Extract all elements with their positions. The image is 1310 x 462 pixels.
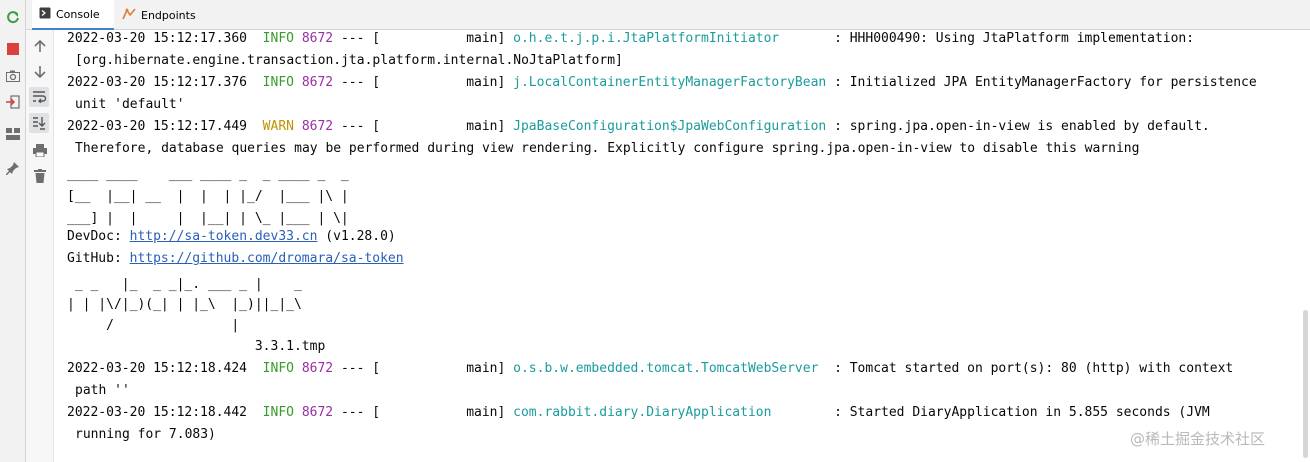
tab-endpoints-label: Endpoints [141,8,196,22]
banner-line: _ _ |_ _ _|_. ___ _ | _ [67,277,302,292]
log-line: 2022-03-20 15:12:18.442 INFO 8672 --- [ … [67,402,1210,424]
pin-icon[interactable] [3,158,23,178]
log-pid: 8672 [301,31,334,46]
log-thread: main] [466,75,506,90]
log-timestamp: 2022-03-20 15:12:17.376 [67,75,248,90]
exit-icon[interactable] [3,92,23,112]
log-line-continuation: [org.hibernate.engine.transaction.jta.pl… [75,53,623,68]
banner-line: [__ |__| __ | | | |_/ |___ |\ | [67,189,349,204]
log-pid: 8672 [301,75,334,90]
log-separator: --- [ [340,31,381,46]
camera-icon[interactable] [3,66,23,86]
log-separator: --- [ [340,119,381,134]
console-toolbar [26,30,54,462]
log-logger: o.s.b.w.embedded.tomcat.TomcatWebServer [513,361,819,376]
github-line: GitHub: https://github.com/dromara/sa-to… [67,248,404,270]
log-timestamp: 2022-03-20 15:12:17.360 [67,31,248,46]
log-thread: main] [466,361,506,376]
down-arrow-icon[interactable] [30,62,50,82]
banner-line: / | [67,318,240,333]
log-separator: --- [ [340,75,381,90]
banner-line: | | |\/|_)(_| | |_\ |_)||_|_\ [67,297,302,312]
banner-version: 3.3.1.tmp [67,339,326,354]
log-timestamp: 2022-03-20 15:12:17.449 [67,119,248,134]
log-level: INFO [262,75,294,90]
endpoints-icon [122,7,136,23]
console-output[interactable]: 2022-03-20 15:12:17.360 INFO 8672 --- [ … [67,28,1302,462]
devdoc-line: DevDoc: http://sa-token.dev33.cn (v1.28.… [67,226,396,248]
log-thread: main] [466,119,506,134]
banner-line: ____ ____ ___ ____ _ _ ____ _ _ [67,167,349,182]
devdoc-link[interactable]: http://sa-token.dev33.cn [130,229,318,244]
tab-endpoints[interactable]: Endpoints [120,0,196,30]
trash-icon[interactable] [30,166,50,186]
log-line-continuation: running for 7.083) [75,427,216,442]
log-message: : HHH000490: Using JtaPlatform implement… [834,31,1195,46]
github-label: GitHub: [67,251,122,266]
log-line-continuation: path '' [75,383,130,398]
log-thread: main] [466,31,506,46]
github-link[interactable]: https://github.com/dromara/sa-token [130,251,404,266]
devdoc-version: (v1.28.0) [317,229,396,244]
tab-console[interactable]: Console [32,0,114,30]
log-logger: com.rabbit.diary.DiaryApplication [513,405,772,420]
log-level: INFO [262,361,294,376]
log-level: WARN [262,119,294,134]
watermark: @稀土掘金技术社区 [1130,430,1266,448]
log-thread: main] [466,405,506,420]
log-separator: --- [ [340,361,381,376]
log-line-continuation: Therefore, database queries may be perfo… [75,141,1140,156]
rerun-icon[interactable] [3,7,23,27]
up-arrow-icon[interactable] [30,36,50,56]
log-message: : spring.jpa.open-in-view is enabled by … [834,119,1210,134]
console-icon [39,7,51,22]
log-line: 2022-03-20 15:12:17.449 WARN 8672 --- [ … [67,116,1210,138]
log-logger: JpaBaseConfiguration$JpaWebConfiguration [513,119,827,134]
stop-icon[interactable] [3,39,23,59]
log-logger: o.h.e.t.j.p.i.JtaPlatformInitiator [513,31,780,46]
tool-window-tab-bar: Console Endpoints [0,0,1310,30]
layout-icon[interactable] [3,124,23,144]
log-line: 2022-03-20 15:12:18.424 INFO 8672 --- [ … [67,358,1233,380]
log-message: : Initialized JPA EntityManagerFactory f… [834,75,1257,90]
soft-wrap-icon[interactable] [29,87,49,107]
scroll-to-end-icon[interactable] [29,113,49,133]
log-pid: 8672 [301,361,334,376]
log-message: : Tomcat started on port(s): 80 (http) w… [834,361,1234,376]
log-separator: --- [ [340,405,381,420]
log-message: : Started DiaryApplication in 5.855 seco… [834,405,1210,420]
log-level: INFO [262,405,294,420]
print-icon[interactable] [30,140,50,160]
log-line: 2022-03-20 15:12:17.360 INFO 8672 --- [ … [67,28,1194,50]
log-timestamp: 2022-03-20 15:12:18.442 [67,405,248,420]
vertical-scrollbar[interactable] [1303,310,1308,458]
tab-console-label: Console [56,7,100,21]
log-timestamp: 2022-03-20 15:12:18.424 [67,361,248,376]
log-level: INFO [262,31,294,46]
log-pid: 8672 [301,405,334,420]
log-pid: 8672 [301,119,334,134]
devdoc-label: DevDoc: [67,229,122,244]
log-logger: j.LocalContainerEntityManagerFactoryBean [513,75,827,90]
run-toolbar [0,0,26,462]
log-line: 2022-03-20 15:12:17.376 INFO 8672 --- [ … [67,72,1257,94]
log-line-continuation: unit 'default' [75,97,185,112]
